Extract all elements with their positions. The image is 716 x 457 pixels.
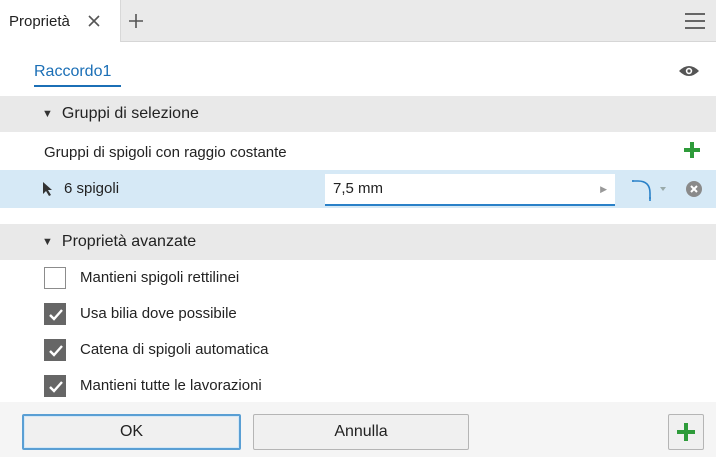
- option-label: Mantieni tutte le lavorazioni: [80, 377, 262, 394]
- radius-input[interactable]: 7,5 mm ▶: [325, 174, 615, 206]
- option-label: Usa bilia dove possibile: [80, 305, 237, 322]
- checkbox-keep-all-features[interactable]: [44, 375, 66, 397]
- close-icon[interactable]: [84, 11, 104, 31]
- section-advanced-title: Proprietà avanzate: [61, 233, 197, 250]
- checkmark-icon: [49, 309, 63, 321]
- tab-properties[interactable]: Proprietà: [0, 0, 121, 42]
- option-row[interactable]: Mantieni tutte le lavorazioni: [0, 368, 716, 404]
- tab-properties-label: Proprietà: [9, 12, 70, 30]
- feature-header: Raccordo1: [0, 42, 716, 96]
- option-row[interactable]: Mantieni spigoli rettilinei: [0, 260, 716, 296]
- option-label: Mantieni spigoli rettilinei: [80, 269, 240, 286]
- apply-add-button[interactable]: [668, 414, 704, 450]
- menu-icon[interactable]: [684, 11, 706, 31]
- caret-down-icon: ▼: [42, 108, 53, 120]
- edge-selection-row[interactable]: 6 spigoli 7,5 mm ▶: [0, 170, 716, 208]
- clear-icon[interactable]: [685, 180, 703, 198]
- option-label: Catena di spigoli automatica: [80, 341, 269, 358]
- option-row[interactable]: Usa bilia dove possibile: [0, 296, 716, 332]
- checkbox-auto-edge-chain[interactable]: [44, 339, 66, 361]
- feature-name[interactable]: Raccordo1: [34, 63, 122, 87]
- cursor-arrow-icon: [42, 181, 54, 197]
- checkmark-icon: [49, 345, 63, 357]
- expand-arrow-icon[interactable]: ▶: [600, 184, 607, 195]
- checkbox-use-ball[interactable]: [44, 303, 66, 325]
- spacer: [0, 208, 716, 224]
- ok-button[interactable]: OK: [22, 414, 241, 450]
- plus-icon: [677, 423, 695, 441]
- selection-label: 6 spigoli: [64, 180, 120, 197]
- section-advanced[interactable]: ▼ Proprietà avanzate: [0, 224, 716, 260]
- plus-icon[interactable]: [126, 11, 146, 31]
- section-selection-groups[interactable]: ▼ Gruppi di selezione: [0, 96, 716, 132]
- add-group-plus-icon[interactable]: [682, 140, 702, 160]
- option-row[interactable]: Catena di spigoli automatica: [0, 332, 716, 368]
- section-selection-groups-title: Gruppi di selezione: [61, 105, 199, 122]
- fillet-shape-icon[interactable]: [630, 175, 672, 203]
- checkmark-icon: [49, 381, 63, 393]
- group-title-row: Gruppi di spigoli con raggio costante: [0, 132, 716, 170]
- eye-icon[interactable]: [678, 64, 700, 78]
- radius-value: 7,5 mm: [333, 180, 384, 197]
- group-title: Gruppi di spigoli con raggio costante: [44, 144, 287, 161]
- caret-down-icon: ▼: [42, 236, 53, 248]
- checkbox-keep-straight-edges[interactable]: [44, 267, 66, 289]
- footer: OK Annulla: [0, 402, 716, 457]
- tab-bar: Proprietà: [0, 0, 716, 42]
- cancel-button[interactable]: Annulla: [253, 414, 469, 450]
